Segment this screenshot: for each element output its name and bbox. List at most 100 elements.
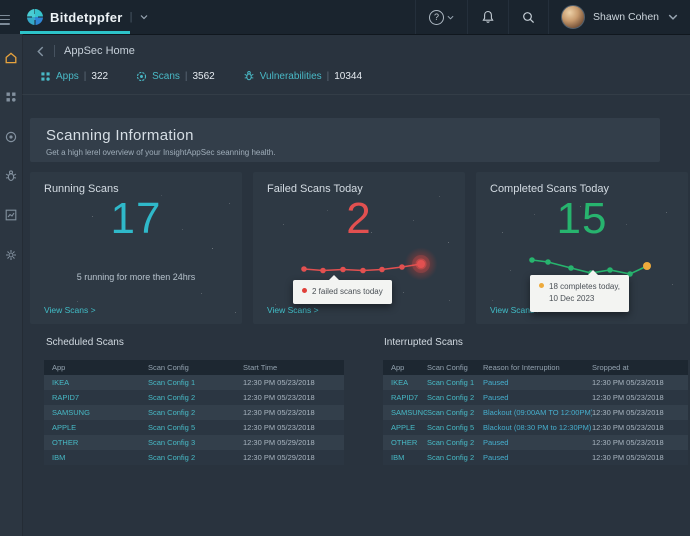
running-scans-count: 17 [110, 194, 162, 243]
stat-value: 3562 [192, 70, 215, 82]
app-cell[interactable]: IKEA [383, 378, 427, 387]
brand-divider: | [129, 11, 133, 23]
starfield-decoration [30, 172, 31, 173]
topbar: Bitdetppfer | ? Shawn Cohen [0, 0, 690, 35]
app-cell[interactable]: IBM [383, 453, 427, 462]
stat-label: Apps [56, 70, 79, 82]
table-row[interactable]: APPLE Scan Config 5 Blackout (08:30 PM t… [383, 420, 688, 435]
stat-value: 322 [91, 70, 109, 82]
table-row[interactable]: APPLE Scan Config 5 12:30 PM 05/23/2018 [44, 420, 344, 435]
running-scans-card: Running Scans 17 5 running for more then… [30, 172, 242, 324]
scan-config-cell[interactable]: Scan Config 2 [427, 453, 483, 462]
notifications-button[interactable] [468, 0, 508, 34]
header-divider [22, 94, 690, 95]
scan-config-cell[interactable]: Scan Config 3 [148, 438, 243, 447]
view-scans-link[interactable]: View Scans > [267, 305, 319, 315]
stopped-at-cell: 12:30 PM 05/23/2018 [592, 393, 664, 402]
table-row[interactable]: IBM Scan Config 2 Paused 12:30 PM 05/29/… [383, 450, 688, 465]
scan-config-cell[interactable]: Scan Config 2 [148, 408, 243, 417]
main-content: AppSec Home Apps | 322 Scans | 3562 Vuln… [0, 34, 690, 536]
scan-config-cell[interactable]: Scan Config 2 [427, 393, 483, 402]
user-name: Shawn Cohen [593, 11, 659, 23]
app-cell[interactable]: OTHER [44, 438, 148, 447]
column-header-app: App [52, 363, 66, 372]
reason-cell: Blackout (09:00AM TO 12:00PM) [483, 408, 592, 417]
completed-scans-count: 15 [556, 194, 608, 243]
scheduled-scans-title: Scheduled Scans [46, 337, 124, 348]
apps-grid-icon [41, 71, 50, 81]
column-header-app: App [391, 363, 405, 372]
table-row[interactable]: SAMSUNG Scan Config 2 Blackout (09:00AM … [383, 405, 688, 420]
app-cell[interactable]: APPLE [383, 423, 427, 432]
column-header-scan-config: Scan Config [148, 363, 189, 372]
stat-vulnerabilities[interactable]: Vulnerabilities | 10344 [243, 70, 362, 82]
table-row[interactable]: IKEA Scan Config 1 Paused 12:30 PM 05/23… [383, 375, 688, 390]
reason-cell: Paused [483, 453, 509, 462]
start-time-cell: 12:30 PM 05/23/2018 [243, 378, 315, 387]
table-row[interactable]: RAPID7 Scan Config 2 12:30 PM 05/23/2018 [44, 390, 344, 405]
view-scans-link[interactable]: View Scans > [44, 305, 96, 315]
stat-apps[interactable]: Apps | 322 [40, 71, 108, 82]
table-header: App Scan Config Reason for Interruption … [383, 360, 688, 375]
help-button[interactable]: ? [416, 0, 467, 34]
stopped-at-cell: 12:30 PM 05/23/2018 [592, 438, 664, 447]
app-cell[interactable]: IKEA [44, 378, 148, 387]
search-icon [523, 11, 535, 23]
brand-logo-icon [27, 9, 43, 25]
user-menu[interactable]: Shawn Cohen [549, 5, 690, 29]
scan-config-cell[interactable]: Scan Config 2 [148, 393, 243, 402]
app-cell[interactable]: APPLE [44, 423, 148, 432]
breadcrumb: AppSec Home [36, 45, 135, 57]
back-icon[interactable] [36, 46, 45, 57]
table-row[interactable]: OTHER Scan Config 2 Paused 12:30 PM 05/2… [383, 435, 688, 450]
scan-config-cell[interactable]: Scan Config 2 [148, 453, 243, 462]
table-row[interactable]: SAMSUNG Scan Config 2 12:30 PM 05/23/201… [44, 405, 344, 420]
menu-icon[interactable] [0, 12, 10, 27]
start-time-cell: 12:30 PM 05/29/2018 [243, 453, 315, 462]
scan-config-cell[interactable]: Scan Config 2 [427, 438, 483, 447]
scan-config-cell[interactable]: Scan Config 1 [148, 378, 243, 387]
starfield-decoration [476, 172, 477, 173]
brand-active-underline [20, 31, 130, 34]
scan-config-cell[interactable]: Scan Config 5 [427, 423, 483, 432]
tooltip-orange-dot-icon [539, 283, 544, 288]
tooltip-text-line1: 18 completes today, [549, 282, 621, 291]
app-cell[interactable]: SAMSUNG [383, 408, 427, 417]
brand-chevron-down-icon[interactable] [140, 13, 148, 21]
scanning-information-banner: Scanning Information Get a high lerel ov… [30, 118, 660, 162]
scheduled-scans-table: App Scan Config Start Time IKEA Scan Con… [44, 360, 344, 465]
app-cell[interactable]: RAPID7 [44, 393, 148, 402]
stopped-at-cell: 12:30 PM 05/23/2018 [592, 423, 664, 432]
breadcrumb-divider [54, 45, 55, 57]
reason-cell: Paused [483, 438, 509, 447]
reason-cell: Paused [483, 393, 509, 402]
table-row[interactable]: RAPID7 Scan Config 2 Paused 12:30 PM 05/… [383, 390, 688, 405]
start-time-cell: 12:30 PM 05/23/2018 [243, 423, 315, 432]
table-row[interactable]: IKEA Scan Config 1 12:30 PM 05/23/2018 [44, 375, 344, 390]
scan-config-cell[interactable]: Scan Config 1 [427, 378, 483, 387]
stats-row: Apps | 322 Scans | 3562 Vulnerabilities … [40, 70, 362, 82]
table-row[interactable]: IBM Scan Config 2 12:30 PM 05/29/2018 [44, 450, 344, 465]
reason-cell: Paused [483, 378, 509, 387]
page-title: AppSec Home [64, 45, 135, 57]
chevron-down-icon [447, 15, 454, 20]
stat-scans[interactable]: Scans | 3562 [136, 71, 215, 82]
tooltip-red-dot-icon [302, 288, 307, 293]
app-cell[interactable]: RAPID7 [383, 393, 427, 402]
app-cell[interactable]: IBM [44, 453, 148, 462]
stopped-at-cell: 12:30 PM 05/29/2018 [592, 453, 664, 462]
brand[interactable]: Bitdetppfer | [27, 0, 148, 34]
starfield-decoration [253, 172, 254, 173]
table-row[interactable]: OTHER Scan Config 3 12:30 PM 05/29/2018 [44, 435, 344, 450]
tooltip-text-line2: 10 Dec 2023 [549, 294, 595, 304]
failed-scans-card: Failed Scans Today 2 2 failed scans toda… [253, 172, 465, 324]
app-cell[interactable]: OTHER [383, 438, 427, 447]
scan-config-cell[interactable]: Scan Config 2 [427, 408, 483, 417]
stat-label: Vulnerabilities [259, 70, 322, 82]
stat-separator: | [184, 70, 188, 82]
app-cell[interactable]: SAMSUNG [44, 408, 148, 417]
scan-config-cell[interactable]: Scan Config 5 [148, 423, 243, 432]
search-button[interactable] [509, 0, 548, 34]
banner-title: Scanning Information [46, 127, 194, 144]
failed-scans-tooltip: 2 failed scans today [293, 274, 392, 305]
